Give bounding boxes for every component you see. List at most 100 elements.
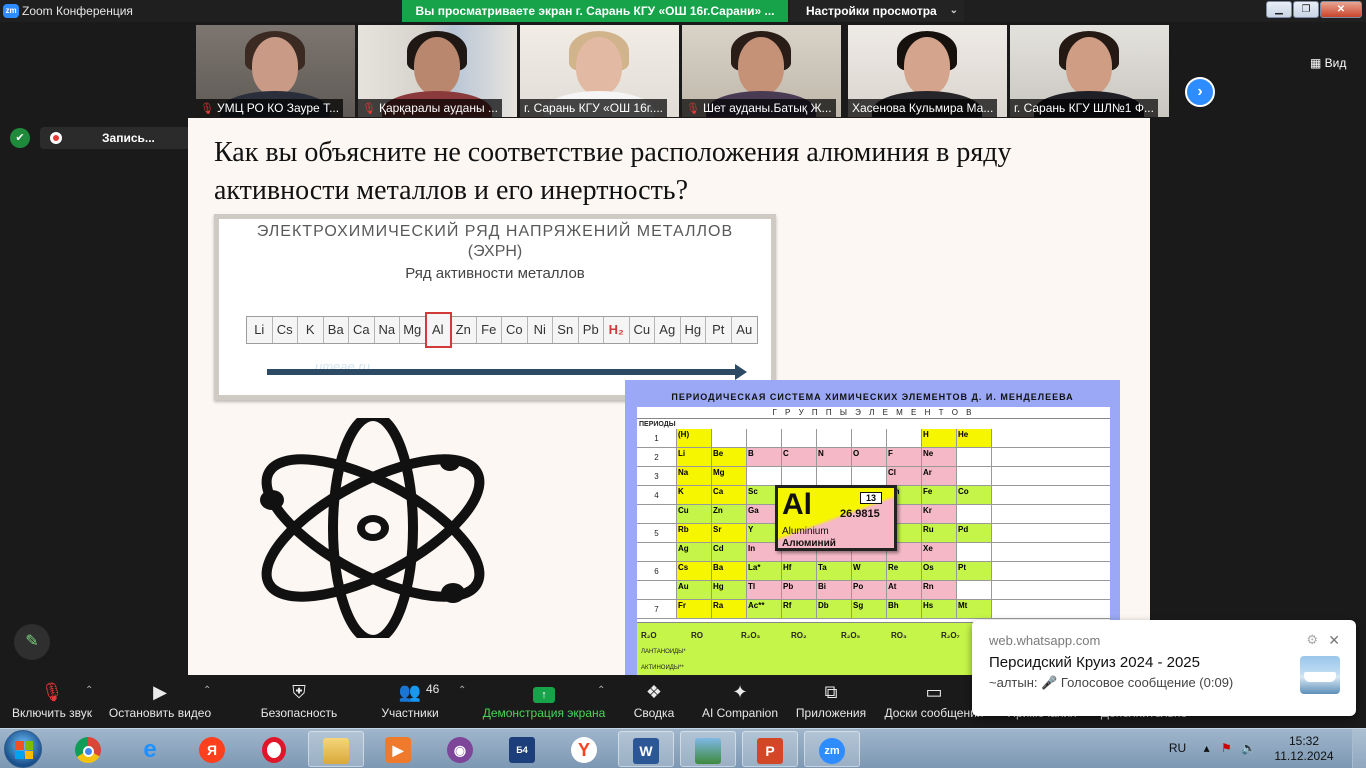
element-cell: Sg — [852, 600, 887, 618]
participant-tile-active-speaker[interactable]: г. Сарань КГУ «ОШ 16г.... — [520, 25, 679, 117]
windows-taskbar: e Я ▶ ◉ Б4 Y W P zm RU ▴ ⚑ 🔈 15:32 11.12… — [0, 728, 1366, 768]
element-cell: N — [817, 448, 852, 466]
participant-tile[interactable]: 🎙 Шет ауданы.Батық Ж... — [682, 25, 841, 117]
element-cell: Hs — [922, 600, 957, 618]
language-indicator[interactable]: RU — [1169, 741, 1186, 755]
show-desktop-button[interactable] — [1352, 729, 1366, 768]
security-button[interactable]: ⛨ Безопасность — [254, 675, 344, 728]
next-page-arrow-icon[interactable]: › — [1185, 77, 1215, 107]
series-heading: ЭЛЕКТРОХИМИЧЕСКИЙ РЯД НАПРЯЖЕНИЙ МЕТАЛЛО… — [256, 223, 734, 240]
word-icon[interactable]: W — [618, 731, 674, 767]
metal-cell: Ag — [655, 317, 681, 343]
apps-button[interactable]: ⧉ Приложения — [790, 675, 872, 728]
element-cell: Na — [677, 467, 712, 485]
unmute-button[interactable]: 🎙 Включить звук — [6, 675, 98, 728]
activity-series-image: ЭЛЕКТРОХИМИЧЕСКИЙ РЯД НАПРЯЖЕНИЙ МЕТАЛЛО… — [214, 214, 776, 400]
file-explorer-icon[interactable] — [308, 731, 364, 767]
metal-cell: Ba — [324, 317, 349, 343]
chrome-icon[interactable] — [60, 731, 116, 767]
video-options-chevron-icon[interactable]: ⌃ — [203, 685, 211, 696]
empty-cell — [747, 429, 782, 447]
element-cell: K — [677, 486, 712, 504]
chevron-up-icon[interactable]: ▴ — [1204, 741, 1210, 755]
tor-icon[interactable]: ◉ — [432, 731, 488, 767]
participant-tile[interactable]: Хасенова Кульмира Ма... — [848, 25, 1007, 117]
element-cell: Pt — [957, 562, 992, 580]
oxide-formula: R₂O₃ — [741, 631, 761, 640]
video-camera-icon: ▶ — [153, 682, 167, 702]
opera-icon[interactable] — [246, 731, 302, 767]
clock-date: 11.12.2024 — [1274, 749, 1334, 763]
powerpoint-icon[interactable]: P — [742, 731, 798, 767]
element-cell: Pd — [957, 524, 992, 542]
whatsapp-notification[interactable]: web.whatsapp.com ⚙ ✕ Персидский Круиз 20… — [972, 620, 1356, 716]
series-caption: Ряд активности металлов — [405, 265, 585, 282]
oxide-formula: R₂O₅ — [841, 631, 861, 640]
gear-icon[interactable]: ⚙ — [1306, 632, 1318, 648]
element-cell: He — [957, 429, 992, 447]
close-icon[interactable]: ✕ — [1328, 632, 1340, 649]
audio-options-chevron-icon[interactable]: ⌃ — [85, 685, 93, 696]
network-icon[interactable]: ⚑ — [1221, 741, 1232, 755]
title-bar: zm Zoom Конференция Вы просматриваете эк… — [0, 0, 1366, 22]
oxide-formula: RO₃ — [891, 631, 907, 640]
face-shape — [252, 37, 298, 95]
maximize-button[interactable]: ❐ — [1293, 1, 1319, 18]
share-options-chevron-icon[interactable]: ⌃ — [597, 685, 605, 696]
stop-video-button[interactable]: ▶ Остановить видео — [104, 675, 216, 728]
share-banner[interactable]: Вы просматриваете экран г. Сарань КГУ «О… — [402, 0, 788, 22]
element-cell: B — [747, 448, 782, 466]
clock[interactable]: 15:32 11.12.2024 — [1268, 734, 1340, 764]
yandex-icon[interactable]: Я — [184, 731, 240, 767]
zoom-window: zm Zoom Конференция Вы просматриваете эк… — [0, 0, 1366, 768]
participant-tile[interactable]: г. Сарань КГУ ШЛ№1 Ф... — [1010, 25, 1169, 117]
periods-label: ПЕРИОДЫ — [639, 421, 676, 428]
save-icon[interactable]: Б4 — [494, 731, 550, 767]
participant-tile[interactable]: 🎙 УМЦ РО КО Зауре Т... — [196, 25, 355, 117]
empty-cell — [782, 429, 817, 447]
media-player-icon[interactable]: ▶ — [370, 731, 426, 767]
ai-companion-button[interactable]: ✦ AI Companion — [698, 675, 782, 728]
apps-label: Приложения — [795, 706, 867, 720]
volume-icon[interactable]: 🔈 — [1241, 741, 1256, 755]
element-cell: Ne — [922, 448, 957, 466]
period-number: 3 — [637, 467, 677, 485]
metal-cell: Hg — [681, 317, 706, 343]
arrow-head-icon — [735, 364, 747, 380]
participants-options-chevron-icon[interactable]: ⌃ — [458, 685, 466, 696]
view-button[interactable]: ▦ Вид — [1310, 56, 1346, 70]
empty-cell — [957, 505, 992, 523]
stop-video-label: Остановить видео — [108, 706, 212, 720]
close-button[interactable]: ✕ — [1320, 1, 1362, 18]
empty-cell — [747, 467, 782, 485]
internet-explorer-icon[interactable]: e — [122, 731, 178, 767]
aluminium-highlight-card: Al 13 26.9815 Aluminium Алюминий — [775, 485, 897, 551]
share-screen-button[interactable]: ↑ Демонстрация экрана — [478, 675, 610, 728]
metal-cell: Cs — [273, 317, 298, 343]
annotate-pencil-icon[interactable]: ✎ — [14, 624, 50, 660]
encryption-shield-icon[interactable]: ✔ — [10, 128, 30, 148]
microphone-muted-icon: 🎙 — [200, 103, 214, 115]
element-cell: Ar — [922, 467, 957, 485]
element-cell: Ca — [712, 486, 747, 504]
apps-icon: ⧉ — [824, 682, 838, 702]
minimize-button[interactable]: ▁ — [1266, 1, 1292, 18]
participant-name: г. Сарань КГУ ШЛ№1 Ф... — [1010, 99, 1158, 117]
grid-icon: ▦ — [1310, 56, 1325, 70]
element-cell: Cl — [887, 467, 922, 485]
participant-strip: 🎙 УМЦ РО КО Зауре Т... 🎙 Қарқаралы ауданы … — [0, 22, 1366, 118]
view-settings-label: Настройки просмотра — [806, 4, 937, 18]
empty-cell — [957, 467, 992, 485]
view-settings-button[interactable]: Настройки просмотра ⌄ — [790, 0, 964, 22]
start-button[interactable] — [4, 730, 42, 768]
summary-button[interactable]: ❖ Сводка — [626, 675, 682, 728]
participant-tile[interactable]: 🎙 Қарқаралы ауданы ... — [358, 25, 517, 117]
participant-name-text: г. Сарань КГУ «ОШ 16г.... — [524, 101, 663, 115]
zoom-icon[interactable]: zm — [804, 731, 860, 767]
participant-name: 🎙 Шет ауданы.Батық Ж... — [682, 99, 836, 117]
photo-viewer-icon[interactable] — [680, 731, 736, 767]
element-cell: Mt — [957, 600, 992, 618]
metal-cell: Mg — [400, 317, 426, 343]
yandex-browser-icon[interactable]: Y — [556, 731, 612, 767]
security-label: Безопасность — [260, 706, 338, 720]
